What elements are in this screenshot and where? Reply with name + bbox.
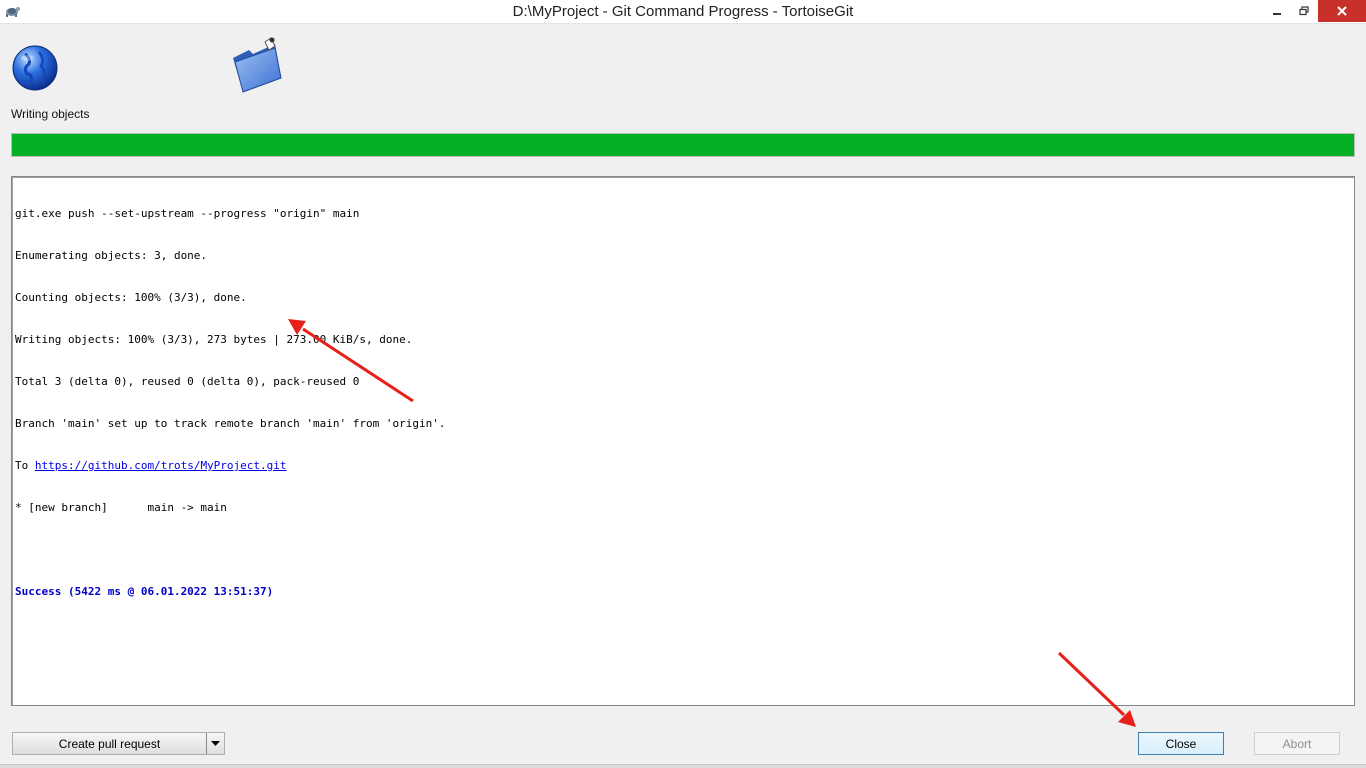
- chevron-down-icon: [211, 740, 220, 746]
- title-bar: D:\MyProject - Git Command Progress - To…: [0, 0, 1366, 24]
- globe-icon: [12, 45, 58, 91]
- progress-bar: [11, 133, 1355, 157]
- folder-icon: [233, 37, 282, 93]
- taskbar-strip: [0, 764, 1366, 768]
- status-label: Writing objects: [11, 107, 90, 121]
- log-line: git.exe push --set-upstream --progress "…: [15, 207, 360, 220]
- log-line: Counting objects: 100% (3/3), done.: [15, 291, 247, 304]
- remote-url-link[interactable]: https://github.com/trots/MyProject.git: [35, 459, 287, 472]
- close-button[interactable]: Close: [1138, 732, 1224, 755]
- minimize-button[interactable]: [1263, 0, 1291, 22]
- success-message: Success (5422 ms @ 06.01.2022 13:51:37): [15, 585, 274, 598]
- window-title: D:\MyProject - Git Command Progress - To…: [512, 3, 854, 20]
- minimize-icon: [1273, 13, 1281, 15]
- log-blank-line: [15, 543, 1351, 557]
- abort-button[interactable]: Abort: [1254, 732, 1340, 755]
- log-line-remote: To https://github.com/trots/MyProject.gi…: [15, 459, 1351, 473]
- log-line: Total 3 (delta 0), reused 0 (delta 0), p…: [15, 375, 360, 388]
- restore-button[interactable]: [1290, 0, 1318, 22]
- log-line: Enumerating objects: 3, done.: [15, 249, 208, 262]
- create-pull-request-button[interactable]: Create pull request: [12, 732, 225, 755]
- to-prefix: To: [15, 459, 35, 472]
- log-line: * [new branch] main -> main: [15, 501, 227, 514]
- restore-icon: [1299, 6, 1309, 16]
- log-line: Writing objects: 100% (3/3), 273 bytes |…: [15, 333, 413, 346]
- create-pull-request-label: Create pull request: [58, 736, 161, 751]
- close-icon: [1337, 6, 1347, 16]
- log-line: Branch 'main' set up to track remote bra…: [15, 417, 446, 430]
- window-close-button[interactable]: [1318, 0, 1366, 22]
- progress-fill: [12, 134, 1354, 156]
- output-log[interactable]: git.exe push --set-upstream --progress "…: [11, 176, 1355, 706]
- create-pull-request-dropdown[interactable]: [206, 733, 224, 754]
